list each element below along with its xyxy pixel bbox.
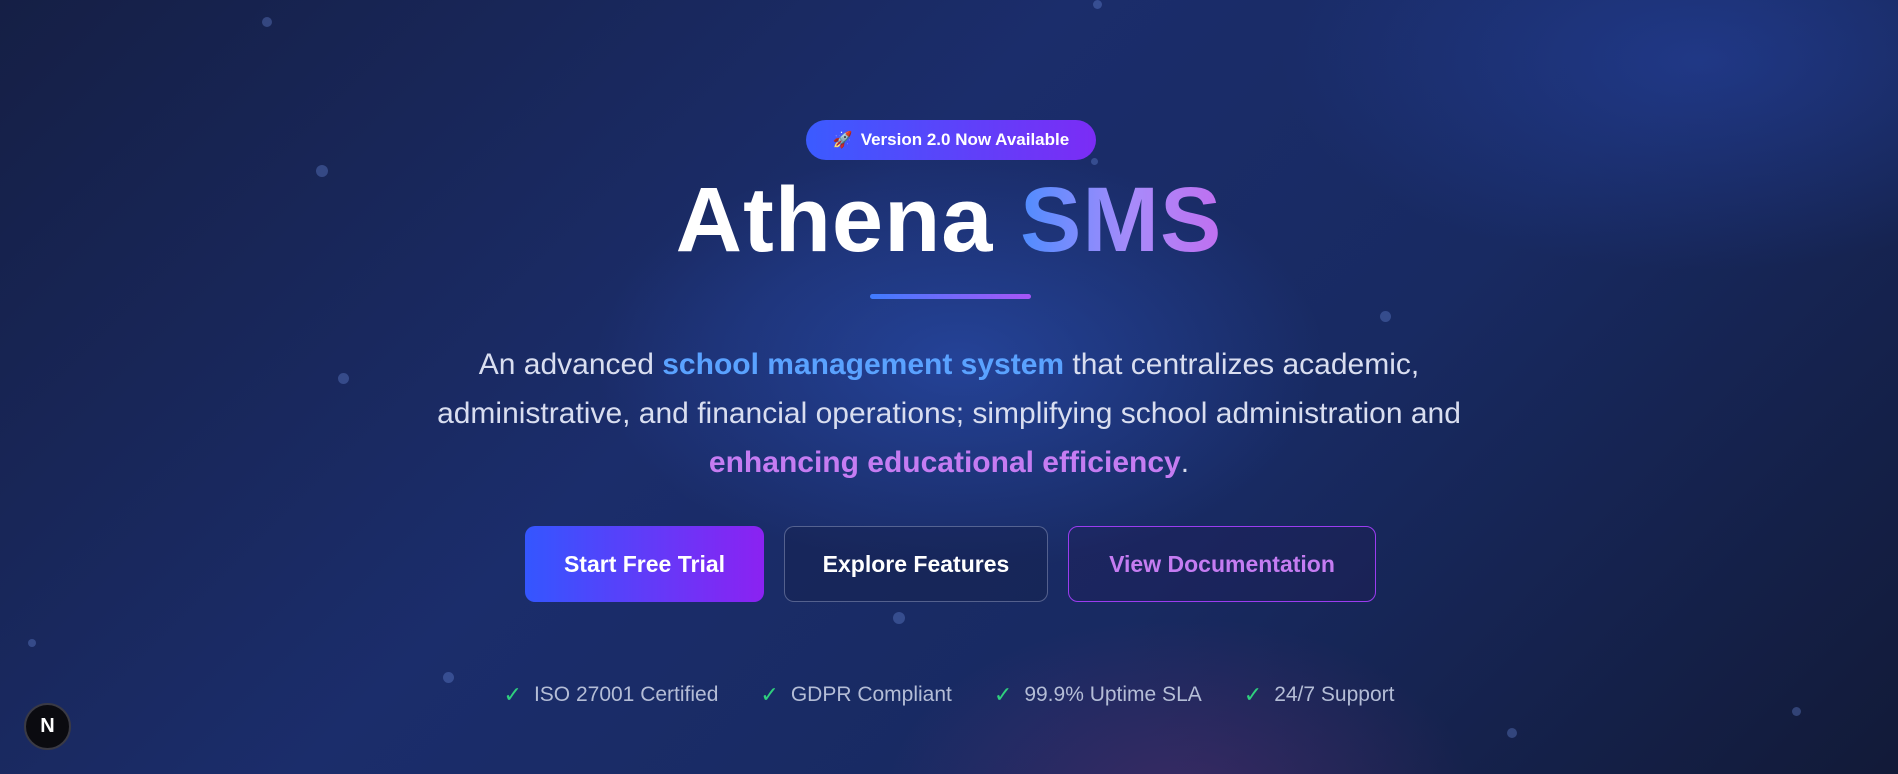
dev-tools-label: N — [40, 715, 55, 737]
check-icon: ✓ — [1243, 682, 1263, 707]
description-highlight-efficiency: enhancing educational efficiency — [708, 446, 1181, 479]
trust-badge-gdpr: ✓ GDPR Compliant — [760, 682, 952, 708]
view-documentation-button[interactable]: View Documentation — [1068, 526, 1376, 602]
background-dot — [1093, 0, 1102, 9]
trust-badges: ✓ ISO 27001 Certified ✓ GDPR Compliant ✓… — [0, 682, 1898, 708]
rocket-icon: 🚀 — [832, 132, 853, 149]
title-underline — [870, 294, 1031, 299]
description-text: An advanced — [478, 348, 663, 381]
check-icon: ✓ — [993, 682, 1013, 707]
background-dot — [893, 612, 905, 624]
version-badge[interactable]: 🚀 Version 2.0 Now Available — [806, 120, 1096, 160]
trust-badge-support: ✓ 24/7 Support — [1244, 682, 1395, 708]
check-icon: ✓ — [760, 682, 779, 707]
trust-badge-label: 99.9% Uptime SLA — [1024, 683, 1202, 706]
background-dot — [28, 639, 36, 647]
background-dot — [338, 373, 349, 384]
hero-section: 🚀 Version 2.0 Now Available Athena SMS A… — [0, 0, 1898, 774]
page-title: Athena SMS — [0, 168, 1898, 272]
background-dot — [1380, 311, 1391, 322]
background-dot — [1792, 707, 1801, 716]
description-highlight-system: school management system — [662, 348, 1065, 381]
trust-badge-label: 24/7 Support — [1274, 683, 1395, 706]
version-badge-label: Version 2.0 Now Available — [860, 130, 1070, 149]
trust-badge-uptime: ✓ 99.9% Uptime SLA — [994, 682, 1202, 708]
dev-tools-button[interactable]: N — [24, 703, 71, 750]
check-icon: ✓ — [503, 682, 522, 707]
trust-badge-label: GDPR Compliant — [790, 683, 952, 706]
explore-features-button[interactable]: Explore Features — [784, 526, 1048, 602]
background-dot — [1507, 728, 1517, 738]
background-dot — [262, 17, 272, 27]
background-dot — [1091, 158, 1098, 165]
title-main: Athena — [675, 169, 994, 271]
description-text: . — [1180, 446, 1190, 479]
hero-description: An advanced school management system tha… — [380, 340, 1518, 487]
trust-badge-label: ISO 27001 Certified — [533, 683, 719, 706]
trust-badge-iso: ✓ ISO 27001 Certified — [504, 682, 719, 708]
title-accent: SMS — [1020, 169, 1223, 271]
start-free-trial-button[interactable]: Start Free Trial — [525, 526, 764, 602]
